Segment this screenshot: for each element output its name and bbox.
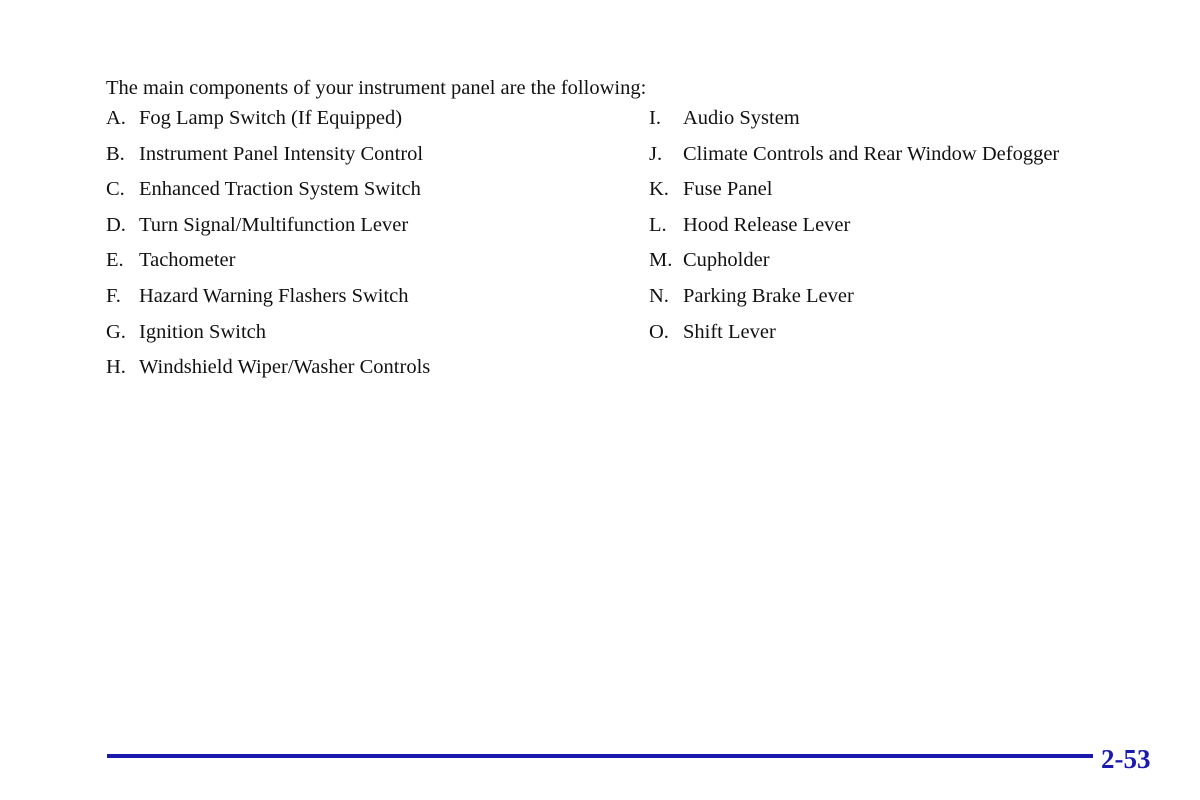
list-item-letter: I. bbox=[649, 107, 661, 129]
list-item-letter: D. bbox=[106, 213, 126, 236]
list-item-letter: C. bbox=[106, 178, 125, 201]
list-item: K. Fuse Panel bbox=[649, 177, 1059, 213]
list-item: H. Windshield Wiper/Washer Controls bbox=[106, 355, 430, 391]
list-item-letter: H. bbox=[106, 356, 126, 379]
list-item-label: Tachometer bbox=[139, 249, 236, 272]
list-item: F. Hazard Warning Flashers Switch bbox=[106, 284, 430, 320]
list-item: C. Enhanced Traction System Switch bbox=[106, 177, 430, 213]
list-item-label: Audio System bbox=[683, 107, 800, 129]
list-item: L. Hood Release Lever bbox=[649, 213, 1059, 249]
manual-page: The main components of your instrument p… bbox=[0, 0, 1200, 800]
list-item-label: Enhanced Traction System Switch bbox=[139, 178, 421, 201]
component-list-left-column: A. Fog Lamp Switch (If Equipped) B. Instrum… bbox=[106, 106, 430, 391]
list-item-label: Fog Lamp Switch (If Equipped) bbox=[139, 107, 403, 129]
list-item-letter: J. bbox=[649, 142, 663, 165]
list-item-letter: B. bbox=[106, 142, 125, 165]
intro-paragraph: The main components of your instrument p… bbox=[106, 76, 647, 99]
list-item: A. Fog Lamp Switch (If Equipped) bbox=[106, 106, 430, 142]
list-item-label: Turn Signal/Multifunction Lever bbox=[139, 213, 409, 236]
list-item-label: Shift Lever bbox=[683, 320, 776, 343]
list-item: I. Audio System bbox=[649, 106, 1059, 142]
list-item-label: Windshield Wiper/Washer Controls bbox=[139, 356, 431, 379]
page-number: 2-53 bbox=[1101, 744, 1151, 774]
list-item-letter: A. bbox=[106, 107, 126, 129]
list-item-letter: L. bbox=[649, 213, 667, 236]
list-item-letter: E. bbox=[106, 249, 124, 272]
list-item-letter: N. bbox=[649, 284, 669, 307]
list-item-label: Ignition Switch bbox=[139, 320, 266, 343]
list-item-label: Climate Controls and Rear Window Defogge… bbox=[683, 142, 1060, 165]
list-item: B. Instrument Panel Intensity Control bbox=[106, 142, 430, 178]
list-item-label: Hood Release Lever bbox=[683, 213, 851, 236]
list-item: J. Climate Controls and Rear Window Defog… bbox=[649, 142, 1059, 178]
list-item-letter: M. bbox=[649, 249, 673, 272]
list-item-label: Fuse Panel bbox=[683, 178, 773, 201]
list-item-label: Cupholder bbox=[683, 249, 770, 272]
list-item-letter: O. bbox=[649, 320, 669, 343]
footer-rule bbox=[107, 754, 1093, 758]
list-item-letter: F. bbox=[106, 284, 121, 307]
list-item-label: Instrument Panel Intensity Control bbox=[139, 142, 424, 165]
list-item: D. Turn Signal/Multifunction Lever bbox=[106, 213, 430, 249]
list-item: G. Ignition Switch bbox=[106, 320, 430, 356]
list-item: N. Parking Brake Lever bbox=[649, 284, 1059, 320]
list-item-letter: G. bbox=[106, 320, 126, 343]
list-item: E. Tachometer bbox=[106, 248, 430, 284]
list-item: O. Shift Lever bbox=[649, 320, 1059, 356]
list-item-label: Hazard Warning Flashers Switch bbox=[139, 284, 409, 307]
list-item-label: Parking Brake Lever bbox=[683, 284, 854, 307]
list-item: M. Cupholder bbox=[649, 248, 1059, 284]
list-item-letter: K. bbox=[649, 178, 669, 201]
page-footer: 2-53 bbox=[0, 742, 1200, 782]
component-list-right-column: I. Audio System J. Climate Controls and Rea… bbox=[649, 106, 1059, 355]
